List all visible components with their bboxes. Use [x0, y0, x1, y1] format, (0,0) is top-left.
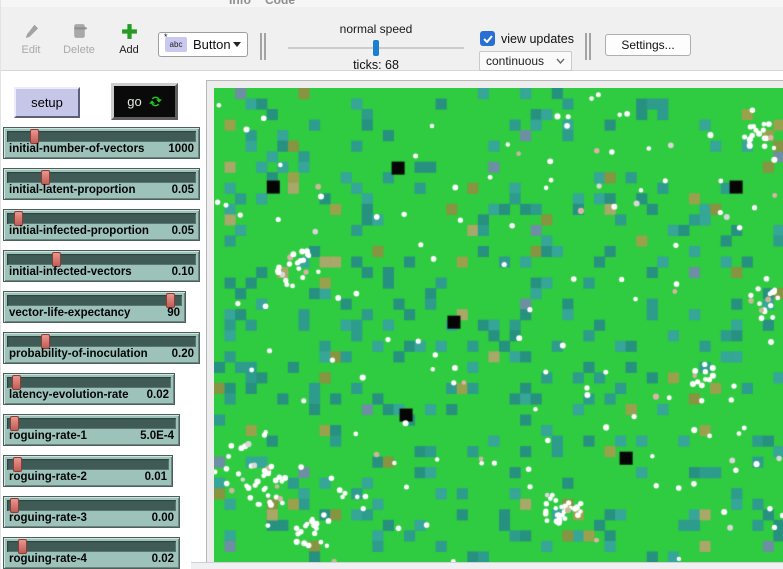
view-updates-label: view updates	[501, 32, 574, 46]
plus-icon	[107, 20, 151, 42]
edit-button[interactable]: Edit	[9, 20, 53, 56]
slider-label: roguing-rate-3	[9, 512, 87, 524]
slider-value: 0.10	[171, 266, 194, 278]
nl-slider[interactable]: roguing-rate-3 0.00	[3, 496, 180, 528]
widget-type-label: Button	[193, 37, 231, 52]
slider-label: initial-infected-vectors	[9, 266, 132, 278]
add-label: Add	[119, 44, 139, 56]
nl-slider[interactable]: roguing-rate-1 5.0E-4	[3, 414, 180, 446]
slider-handle[interactable]	[18, 539, 27, 554]
slider-groove	[7, 213, 196, 224]
slider-handle[interactable]	[12, 375, 21, 390]
slider-label: roguing-rate-2	[9, 471, 87, 483]
slider-groove	[7, 500, 176, 511]
toolbar-separator	[585, 33, 592, 60]
slider-groove	[7, 541, 176, 552]
speed-label: normal speed	[339, 22, 413, 36]
pencil-icon	[9, 20, 53, 42]
slider-handle[interactable]	[166, 293, 175, 308]
widget-type-dropdown[interactable]: * abc Button	[158, 32, 248, 57]
netlogo-window: Info Code Edit Delete Add * abc Button n…	[0, 0, 783, 569]
slider-label: vector-life-expectancy	[9, 307, 131, 319]
chevron-down-icon	[233, 42, 241, 47]
slider-groove	[7, 295, 182, 306]
nl-slider[interactable]: initial-infected-proportion 0.05	[3, 209, 200, 241]
slider-column: initial-number-of-vectors 1000 initial-l…	[3, 127, 200, 569]
edit-label: Edit	[21, 44, 41, 56]
button-widget-icon: * abc	[164, 32, 187, 52]
nl-slider[interactable]: initial-latent-proportion 0.05	[3, 168, 200, 200]
nl-slider[interactable]: probability-of-inoculation 0.20	[3, 332, 200, 364]
slider-groove	[7, 377, 171, 388]
slider-handle[interactable]	[14, 211, 23, 226]
slider-value: 0.20	[171, 348, 194, 360]
nl-slider[interactable]: vector-life-expectancy 90	[3, 291, 186, 323]
go-label: go	[127, 94, 142, 109]
tab-info[interactable]: Info	[229, 0, 251, 7]
slider-value: 0.05	[171, 225, 194, 237]
slider-value: 0.00	[151, 512, 174, 524]
world-view	[206, 80, 783, 563]
delete-button[interactable]: Delete	[57, 20, 101, 56]
slider-groove	[7, 254, 196, 265]
slider-handle[interactable]	[41, 334, 50, 349]
slider-value: 0.02	[151, 553, 174, 565]
slider-groove	[7, 172, 196, 183]
slider-label: roguing-rate-1	[9, 430, 87, 442]
speed-slider-thumb[interactable]	[373, 40, 379, 56]
slider-handle[interactable]	[10, 498, 19, 513]
nl-slider[interactable]: initial-number-of-vectors 1000	[3, 127, 200, 159]
bottom-strip	[191, 562, 783, 569]
nl-slider[interactable]: initial-infected-vectors 0.10	[3, 250, 200, 282]
slider-value: 0.02	[146, 389, 169, 401]
slider-value: 0.01	[144, 471, 167, 483]
nl-slider[interactable]: roguing-rate-2 0.01	[3, 455, 173, 487]
toolbar-separator	[260, 33, 267, 60]
go-button[interactable]: go	[111, 83, 178, 120]
slider-label: initial-infected-proportion	[9, 225, 149, 237]
add-button[interactable]: Add	[107, 20, 151, 56]
slider-label: latency-evolution-rate	[9, 389, 129, 401]
slider-groove	[7, 418, 176, 429]
update-mode-value: continuous	[486, 54, 545, 68]
delete-label: Delete	[63, 44, 95, 56]
toolbar: Edit Delete Add * abc Button normal spee…	[1, 7, 783, 72]
slider-label: initial-number-of-vectors	[9, 143, 145, 155]
settings-button[interactable]: Settings...	[605, 34, 691, 56]
chevron-down-icon	[556, 58, 565, 64]
slider-handle[interactable]	[52, 252, 61, 267]
slider-value: 0.05	[171, 184, 194, 196]
world-canvas	[214, 88, 783, 562]
view-updates-checkbox[interactable]	[480, 31, 495, 46]
slider-handle[interactable]	[41, 170, 50, 185]
slider-groove	[7, 459, 169, 470]
slider-label: initial-latent-proportion	[9, 184, 136, 196]
update-mode-dropdown[interactable]: continuous	[479, 51, 572, 71]
nl-slider[interactable]: roguing-rate-4 0.02	[3, 537, 180, 569]
ticks-counter: ticks: 68	[353, 58, 399, 72]
nl-slider[interactable]: latency-evolution-rate 0.02	[3, 373, 175, 405]
slider-value: 5.0E-4	[140, 430, 174, 442]
slider-handle[interactable]	[10, 416, 19, 431]
slider-label: roguing-rate-4	[9, 553, 87, 565]
slider-groove	[7, 336, 196, 347]
slider-handle[interactable]	[13, 457, 22, 472]
tab-code[interactable]: Code	[265, 0, 295, 7]
slider-handle[interactable]	[30, 129, 39, 144]
setup-button[interactable]: setup	[14, 87, 80, 118]
tab-strip: Info Code	[1, 0, 783, 7]
eraser-icon	[57, 20, 101, 42]
check-icon	[482, 34, 493, 43]
slider-value: 90	[167, 307, 180, 319]
slider-label: probability-of-inoculation	[9, 348, 148, 360]
slider-value: 1000	[168, 143, 194, 155]
forever-icon	[148, 96, 162, 107]
